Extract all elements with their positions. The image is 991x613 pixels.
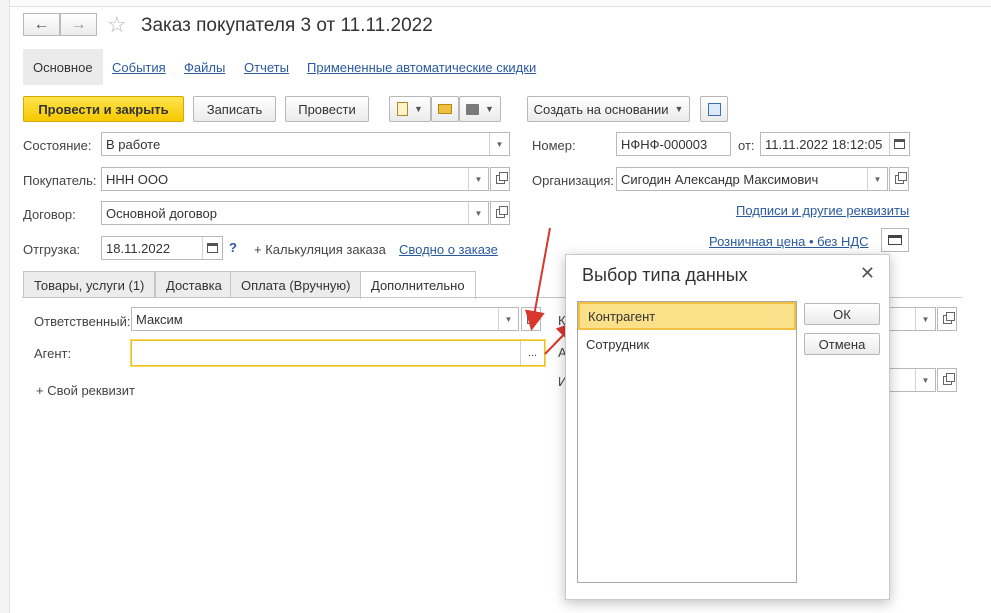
tab-files[interactable]: Файлы (174, 49, 235, 85)
open-partial-button[interactable] (937, 307, 957, 331)
organization-label: Организация: (532, 173, 615, 188)
agent-label: Агент: (34, 346, 72, 361)
state-value: В работе (106, 136, 161, 152)
envelope-icon (438, 104, 452, 114)
favorite-star-icon[interactable]: ☆ (107, 12, 127, 38)
dropdown-icon[interactable]: ▼ (915, 308, 935, 330)
email-button[interactable] (431, 96, 459, 122)
tab-goods-services[interactable]: Товары, услуги (1) (23, 271, 156, 298)
tab-reports[interactable]: Отчеты (234, 49, 299, 85)
tab-events[interactable]: События (102, 49, 176, 85)
window-top-border (10, 0, 991, 7)
calendar-icon[interactable] (202, 237, 222, 259)
tab-additional[interactable]: Дополнительно (360, 271, 476, 299)
left-panel-edge (0, 0, 10, 613)
open-icon (942, 372, 955, 385)
number-value: НФНФ-000003 (621, 136, 708, 152)
responsible-value: Максим (136, 311, 183, 327)
window-title: Заказ покупателя 3 от 11.11.2022 (141, 15, 433, 36)
caret-down-icon: ▼ (674, 104, 684, 114)
open-partial-button[interactable] (937, 368, 957, 392)
agent-field[interactable]: ... (131, 340, 545, 366)
print-button[interactable]: ▼ (459, 96, 501, 122)
ok-button[interactable]: ОК (804, 303, 880, 325)
organization-value: Сигодин Александр Максимович (621, 171, 819, 187)
open-icon (495, 171, 508, 184)
dropdown-icon[interactable]: ▼ (468, 202, 488, 224)
open-buyer-button[interactable] (490, 167, 510, 191)
caret-down-icon: ▼ (414, 104, 423, 114)
open-icon (526, 311, 539, 324)
buyer-value: ННН ООО (106, 171, 169, 187)
dialog-title: Выбор типа данных (582, 265, 748, 285)
agent-select-button[interactable]: ... (520, 341, 544, 365)
dropdown-icon[interactable]: ▼ (489, 133, 509, 155)
list-item-employee[interactable]: Сотрудник (578, 330, 796, 358)
number-label: Номер: (532, 138, 576, 153)
responsible-field[interactable]: Максим ▼ (131, 307, 519, 331)
structure-button[interactable] (700, 96, 728, 122)
document-date-value: 11.11.2022 18:12:05 (765, 136, 883, 152)
post-and-close-button[interactable]: Провести и закрыть (23, 96, 184, 122)
back-button[interactable]: ← (23, 13, 60, 36)
order-calculation-button[interactable]: + Калькуляция заказа (254, 242, 386, 257)
open-icon (894, 171, 907, 184)
contract-value: Основной договор (106, 205, 217, 221)
retail-price-link[interactable]: Розничная цена • без НДС (709, 234, 869, 249)
tab-discounts[interactable]: Примененные автоматические скидки (297, 49, 546, 85)
list-item-counterparty[interactable]: Контрагент (578, 302, 796, 330)
caret-down-icon: ▼ (485, 104, 494, 114)
add-custom-property-button[interactable]: + Свой реквизит (36, 383, 135, 398)
arrow-right-icon: → (70, 15, 87, 33)
document-menu-button[interactable]: ▼ (389, 96, 431, 122)
data-type-list[interactable]: Контрагент Сотрудник (577, 301, 797, 583)
document-icon (397, 102, 409, 116)
price-settings-button[interactable] (881, 228, 909, 252)
open-contract-button[interactable] (490, 201, 510, 225)
signatures-link[interactable]: Подписи и другие реквизиты (736, 203, 909, 218)
responsible-label: Ответственный: (34, 314, 131, 329)
create-based-on-label: Создать на основании (533, 101, 669, 117)
hierarchy-icon (707, 102, 721, 116)
shipment-label: Отгрузка: (23, 242, 81, 257)
open-icon (495, 205, 508, 218)
contract-label: Договор: (23, 207, 76, 222)
state-label: Состояние: (23, 138, 92, 153)
buyer-field[interactable]: ННН ООО ▼ (101, 167, 489, 191)
dropdown-icon[interactable]: ▼ (915, 369, 935, 391)
write-button[interactable]: Записать (193, 96, 276, 122)
arrow-left-icon: ← (33, 15, 50, 33)
dropdown-icon[interactable]: ▼ (498, 308, 518, 330)
open-responsible-button[interactable] (521, 307, 541, 331)
open-organization-button[interactable] (889, 167, 909, 191)
dropdown-icon[interactable]: ▼ (468, 168, 488, 190)
data-type-dialog: Выбор типа данных ✕ Контрагент Сотрудник… (565, 254, 890, 600)
date-from-label: от: (738, 138, 755, 153)
forward-button[interactable]: → (60, 13, 97, 36)
help-icon[interactable]: ? (229, 240, 237, 255)
shipment-date-value: 18.11.2022 (106, 240, 171, 256)
tab-main[interactable]: Основное (23, 49, 103, 85)
calendar-icon[interactable] (889, 133, 909, 155)
number-field[interactable]: НФНФ-000003 (616, 132, 731, 156)
printer-icon (466, 103, 480, 115)
shipment-date-field[interactable]: 18.11.2022 (101, 236, 223, 260)
contract-field[interactable]: Основной договор ▼ (101, 201, 489, 225)
order-summary-link[interactable]: Сводно о заказе (399, 242, 498, 257)
card-icon (888, 235, 902, 245)
tab-payment[interactable]: Оплата (Вручную) (230, 271, 362, 298)
close-icon[interactable]: ✕ (860, 263, 875, 284)
cancel-button[interactable]: Отмена (804, 333, 880, 355)
dropdown-icon[interactable]: ▼ (867, 168, 887, 190)
open-icon (942, 311, 955, 324)
document-date-field[interactable]: 11.11.2022 18:12:05 (760, 132, 910, 156)
tab-delivery[interactable]: Доставка (155, 271, 233, 298)
buyer-label: Покупатель: (23, 173, 97, 188)
create-based-on-button[interactable]: Создать на основании ▼ (527, 96, 690, 122)
state-select[interactable]: В работе ▼ (101, 132, 510, 156)
post-button[interactable]: Провести (285, 96, 369, 122)
organization-field[interactable]: Сигодин Александр Максимович ▼ (616, 167, 888, 191)
